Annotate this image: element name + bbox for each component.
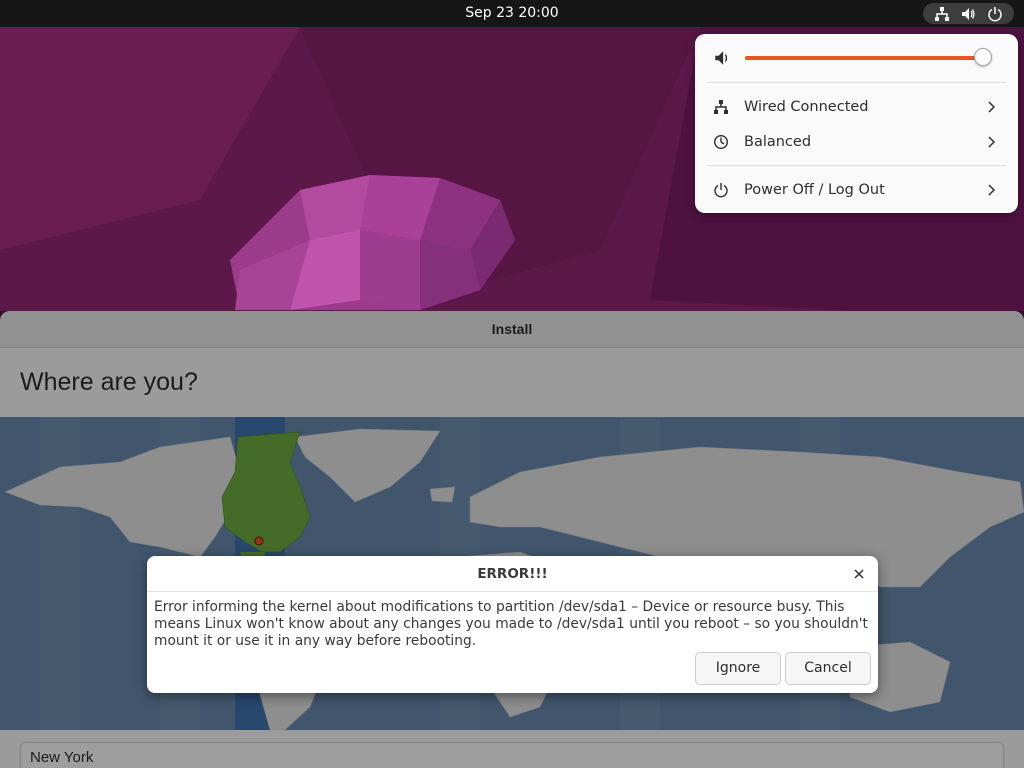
power-icon — [986, 5, 1004, 23]
modal-overlay — [0, 311, 1024, 768]
close-icon[interactable] — [850, 565, 868, 583]
volume-icon — [713, 49, 731, 67]
volume-slider[interactable] — [745, 56, 990, 60]
ignore-button[interactable]: Ignore — [695, 652, 781, 685]
clock[interactable]: Sep 23 20:00 — [0, 0, 1024, 27]
volume-row — [695, 34, 1018, 82]
qs-item-label: Power Off / Log Out — [744, 181, 885, 198]
qs-item-power-profile[interactable]: Balanced — [695, 124, 1018, 159]
power-icon — [712, 181, 730, 199]
system-status-area[interactable] — [923, 3, 1014, 24]
separator — [707, 82, 1006, 83]
volume-slider-fill — [745, 56, 983, 60]
network-wired-icon — [712, 98, 730, 116]
qs-item-wired[interactable]: Wired Connected — [695, 89, 1018, 124]
qs-item-label: Wired Connected — [744, 98, 869, 115]
chevron-right-icon — [982, 135, 1000, 148]
qs-item-label: Balanced — [744, 133, 812, 150]
volume-slider-knob[interactable] — [973, 48, 992, 66]
top-bar: Sep 23 20:00 — [0, 0, 1024, 27]
dialog-message: Error informing the kernel about modific… — [154, 599, 868, 649]
chevron-right-icon — [982, 183, 1000, 196]
error-dialog: ERROR!!! Error informing the kernel abou… — [147, 556, 878, 693]
cancel-button[interactable]: Cancel — [785, 652, 871, 685]
separator — [707, 165, 1006, 166]
chevron-right-icon — [982, 100, 1000, 113]
qs-item-power-off[interactable]: Power Off / Log Out — [695, 172, 1018, 207]
quick-settings-menu: Wired Connected Balanced Power Off / Log… — [695, 34, 1018, 213]
volume-icon — [959, 5, 977, 23]
power-profile-icon — [712, 133, 730, 151]
dialog-title: ERROR!!! — [147, 556, 878, 592]
network-wired-icon — [933, 5, 951, 23]
